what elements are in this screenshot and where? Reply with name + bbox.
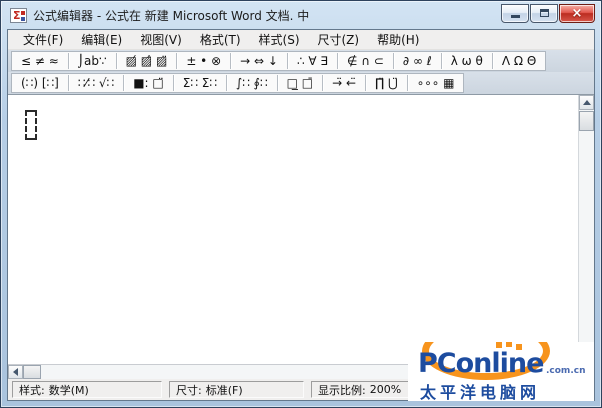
palette-labeled-arrow-templates[interactable]: →̈ ←̈ (323, 74, 365, 92)
close-icon: × (571, 5, 583, 21)
scroll-up-button[interactable] (579, 95, 594, 110)
palette-arrow-symbols[interactable]: → ⇔ ↓ (231, 52, 287, 70)
vertical-scrollbar[interactable] (578, 95, 594, 364)
pconline-watermark: PConline .com.cn 太平洋电脑网 (408, 342, 594, 401)
sigma-icon: Σ (13, 8, 21, 22)
status-zoom-value: 200% (369, 383, 402, 396)
close-button[interactable]: × (559, 3, 595, 23)
equation-edit-area[interactable] (8, 95, 594, 364)
palette-greek-uppercase[interactable]: Λ Ω Θ (493, 52, 545, 70)
scroll-left-icon (13, 368, 18, 376)
menu-bar: 文件(F) 编辑(E) 视图(V) 格式(T) 样式(S) 尺寸(Z) 帮助(H… (8, 30, 594, 50)
palette-embellishments[interactable]: ▨́ ▨̂ ▨̈ (117, 52, 177, 70)
status-style-value: 数学(M) (48, 383, 89, 397)
menu-file[interactable]: 文件(F) (14, 29, 72, 50)
status-style-label: 样式: (19, 383, 45, 397)
palette-operator-symbols[interactable]: ± • ⊗ (177, 52, 230, 70)
maximize-icon (539, 9, 549, 17)
palette-fence-templates[interactable]: (∷) [∷] (12, 74, 68, 92)
menu-size[interactable]: 尺寸(Z) (309, 29, 369, 50)
equation-editor-app-icon: Σ (10, 7, 27, 23)
palette-matrix-templates[interactable]: ∘∘∘ ▦ (408, 74, 464, 92)
equation-insertion-slot[interactable] (25, 110, 37, 140)
menu-help[interactable]: 帮助(H) (368, 29, 428, 50)
watermark-brand: PConline (418, 348, 544, 379)
menu-format[interactable]: 格式(T) (191, 29, 250, 50)
minimize-icon (510, 14, 520, 18)
palette-spaces-ellipses[interactable]: ⌡ab∵ (69, 52, 116, 70)
palette-product-set-templates[interactable]: ∏̈ ⋃̈ (366, 74, 407, 92)
palette-bar-templates[interactable]: □̲ □̄ (278, 74, 323, 92)
horizontal-scroll-thumb[interactable] (23, 365, 41, 379)
palette-logical-symbols[interactable]: ∴ ∀ ∃ (288, 52, 337, 70)
title-bar: Σ 公式编辑器 - 公式在 新建 Microsoft Word 文档. 中 × (1, 1, 601, 29)
palette-greek-lowercase[interactable]: λ ω θ (442, 52, 492, 70)
palette-set-theory-symbols[interactable]: ∉ ∩ ⊂ (338, 52, 393, 70)
status-zoom-label: 显示比例: (318, 383, 366, 397)
scroll-left-button[interactable] (8, 365, 23, 379)
palette-integral-templates[interactable]: ∫∷ ∮∷ (227, 74, 277, 92)
maximize-button[interactable] (530, 3, 558, 23)
palette-fraction-radical-templates[interactable]: ∷⁄∷ √∷ (69, 74, 123, 92)
menu-view[interactable]: 视图(V) (131, 29, 191, 50)
scroll-up-icon (582, 100, 591, 105)
watermark-subtitle: 太平洋电脑网 (420, 383, 541, 401)
window-controls: × (501, 3, 595, 23)
palette-summation-templates[interactable]: Σ∷ Σ∷ (174, 74, 226, 92)
window-title: 公式编辑器 - 公式在 新建 Microsoft Word 文档. 中 (33, 8, 310, 23)
menu-style[interactable]: 样式(S) (250, 29, 309, 50)
symbols-toolbar: ≤ ≠ ≈ ⌡ab∵ ▨́ ▨̂ ▨̈ ± • ⊗ → ⇔ ↓ ∴ ∀ ∃ ∉ … (8, 50, 594, 72)
status-size-label: 尺寸: (176, 383, 202, 397)
minimize-button[interactable] (501, 3, 529, 23)
icon-blocks (21, 10, 25, 15)
status-style-field: 样式: 数学(M) (12, 381, 162, 398)
palette-relational-symbols[interactable]: ≤ ≠ ≈ (12, 52, 68, 70)
equation-editor-window: Σ 公式编辑器 - 公式在 新建 Microsoft Word 文档. 中 × … (0, 0, 602, 408)
watermark-domain: .com.cn (546, 366, 586, 376)
palette-misc-symbols[interactable]: ∂ ∞ ℓ (394, 52, 441, 70)
menu-edit[interactable]: 编辑(E) (72, 29, 131, 50)
status-size-value: 标准(F) (205, 383, 243, 397)
palette-subscript-superscript-templates[interactable]: ■: □̈ (124, 74, 173, 92)
status-size-field: 尺寸: 标准(F) (169, 381, 304, 398)
vertical-scroll-thumb[interactable] (579, 111, 594, 131)
templates-toolbar: (∷) [∷] ∷⁄∷ √∷ ■: □̈ Σ∷ Σ∷ ∫∷ ∮∷ □̲ □̄ →… (8, 72, 594, 95)
